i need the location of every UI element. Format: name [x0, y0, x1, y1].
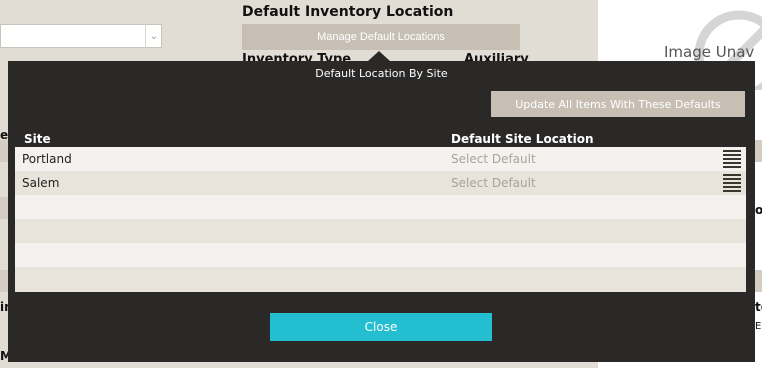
site-name: Salem — [22, 176, 60, 190]
update-all-items-button[interactable]: Update All Items With These Defaults — [491, 91, 745, 117]
table-row — [15, 195, 746, 219]
background-row — [755, 140, 762, 162]
column-header-site: Site — [24, 132, 51, 146]
chevron-down-icon[interactable]: ⌄ — [145, 24, 162, 48]
table-row — [15, 243, 746, 267]
section-title: Default Inventory Location — [242, 4, 454, 20]
default-location-select[interactable]: Select Default — [451, 176, 536, 190]
manage-default-locations-button[interactable]: Manage Default Locations — [242, 24, 520, 50]
table-row — [15, 267, 746, 292]
hamburger-menu-icon[interactable] — [723, 174, 741, 192]
background-fragment: to — [755, 300, 762, 314]
background-row — [755, 270, 762, 292]
default-location-modal: Default Location By Site Update All Item… — [8, 61, 755, 362]
table-row: Salem Select Default — [15, 171, 746, 195]
background-fragment: ER — [755, 321, 762, 332]
table-row — [15, 219, 746, 243]
background-fragment: o — [755, 203, 762, 217]
close-button[interactable]: Close — [270, 313, 492, 341]
site-location-table: Portland Select Default Salem Select Def… — [15, 147, 746, 292]
image-unavailable-text: Image Unav — [664, 43, 755, 61]
column-header-default-location: Default Site Location — [451, 132, 594, 146]
site-name: Portland — [22, 152, 72, 166]
modal-pointer — [368, 51, 390, 61]
hamburger-menu-icon[interactable] — [723, 150, 741, 168]
background-select[interactable] — [0, 24, 162, 48]
table-row: Portland Select Default — [15, 147, 746, 171]
default-location-select[interactable]: Select Default — [451, 152, 536, 166]
modal-title: Default Location By Site — [315, 67, 448, 80]
